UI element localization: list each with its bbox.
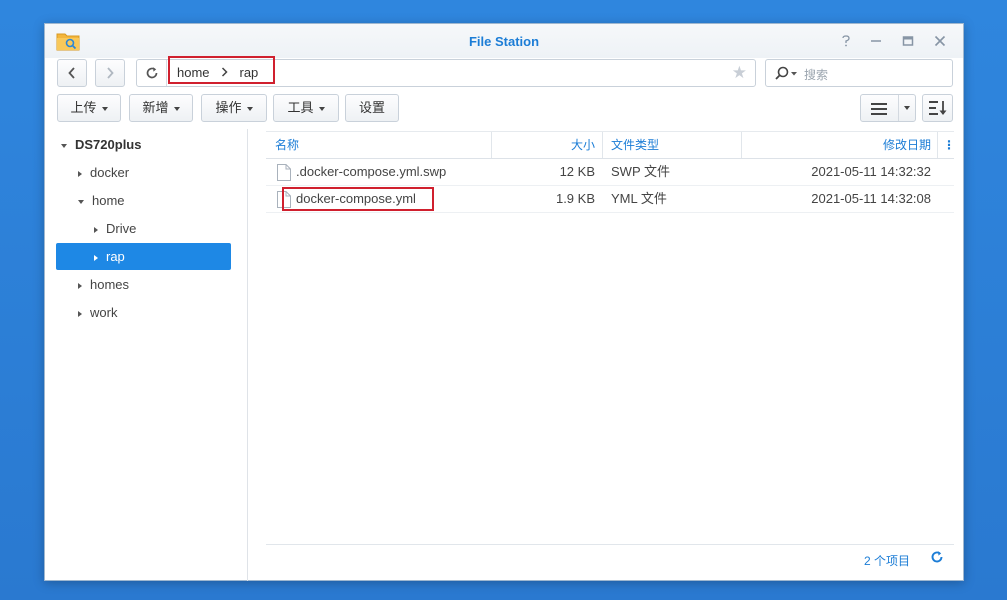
sidebar-item-label: docker — [90, 165, 130, 180]
sidebar-item-home[interactable]: home — [78, 187, 125, 214]
collapse-arrow-icon — [94, 226, 98, 233]
action-label: 操作 — [215, 100, 242, 115]
sidebar-item-drive[interactable]: Drive — [94, 215, 136, 242]
upload-label: 上传 — [70, 100, 97, 115]
refresh-icon — [146, 67, 157, 79]
file-name: .docker-compose.yml.swp — [296, 164, 447, 179]
sidebar: DS720plus docker home Drive rap homes wo… — [45, 129, 248, 581]
chevron-left-icon — [68, 67, 75, 79]
search-input[interactable]: 搜索 — [804, 66, 828, 83]
star-icon[interactable]: ★ — [732, 63, 747, 83]
file-station-window: File Station home rap ★ 搜索 上传 新增 操作 工具 设… — [44, 23, 964, 581]
column-divider[interactable] — [937, 132, 938, 158]
collapse-arrow-icon — [78, 282, 82, 289]
maximize-icon[interactable] — [899, 32, 917, 50]
file-type: YML 文件 — [611, 191, 667, 206]
sidebar-item-label: homes — [90, 277, 130, 292]
file-size: 1.9 KB — [555, 191, 595, 206]
back-button[interactable] — [57, 59, 87, 87]
search-box[interactable]: 搜索 — [765, 59, 953, 87]
expand-arrow-icon — [61, 143, 67, 148]
collapse-arrow-icon — [78, 310, 82, 317]
sort-icon — [928, 101, 946, 115]
settings-button[interactable]: 设置 — [345, 94, 399, 122]
column-divider[interactable] — [602, 132, 603, 158]
sidebar-item-label: work — [90, 305, 118, 320]
file-modified: 2021-05-11 14:32:08 — [811, 191, 931, 206]
view-mode-button[interactable] — [860, 94, 916, 122]
chevron-down-icon — [246, 106, 253, 111]
chevron-right-icon — [107, 67, 114, 79]
highlight-box-path — [168, 56, 275, 84]
chevron-down-icon — [173, 106, 180, 111]
column-header-type[interactable]: 文件类型 — [611, 132, 659, 158]
refresh-icon[interactable] — [930, 550, 944, 568]
sidebar-item-rap[interactable]: rap — [56, 243, 231, 270]
sidebar-root-ds720plus[interactable]: DS720plus — [61, 131, 141, 158]
item-count: 2 个项目 — [863, 554, 910, 568]
sidebar-item-docker[interactable]: docker — [78, 159, 129, 186]
sort-button[interactable] — [922, 94, 953, 122]
list-view-icon — [871, 103, 887, 115]
sidebar-item-homes[interactable]: homes — [78, 271, 129, 298]
close-icon[interactable] — [931, 32, 949, 50]
refresh-button[interactable] — [137, 60, 167, 86]
title-bar[interactable]: File Station — [45, 24, 963, 58]
help-icon[interactable] — [837, 32, 855, 50]
settings-label: 设置 — [358, 100, 385, 115]
chevron-down-icon — [904, 106, 910, 110]
minimize-icon[interactable] — [867, 32, 885, 50]
forward-button[interactable] — [95, 59, 125, 87]
column-menu-icon[interactable]: ⋮ — [943, 132, 955, 158]
sidebar-item-work[interactable]: work — [78, 299, 117, 326]
column-header-name[interactable]: 名称 — [275, 132, 299, 158]
file-modified: 2021-05-11 14:32:32 — [811, 164, 931, 179]
sidebar-item-label: rap — [106, 249, 125, 264]
file-list-header: 名称 大小 文件类型 修改日期 ⋮ — [266, 131, 955, 159]
collapse-arrow-icon — [78, 170, 82, 177]
search-icon — [775, 66, 797, 80]
collapse-arrow-icon — [94, 254, 98, 261]
create-button[interactable]: 新增 — [129, 94, 193, 122]
sidebar-item-label: Drive — [106, 221, 137, 236]
tools-button[interactable]: 工具 — [273, 94, 339, 122]
file-size: 12 KB — [559, 164, 595, 179]
file-type: SWP 文件 — [611, 164, 670, 179]
sidebar-root-label: DS720plus — [75, 137, 142, 152]
window-title: File Station — [468, 34, 540, 49]
tools-label: 工具 — [287, 100, 314, 115]
table-row[interactable]: .docker-compose.yml.swp 12 KB SWP 文件 202… — [266, 159, 954, 186]
chevron-down-icon — [318, 106, 325, 111]
sidebar-item-label: home — [92, 193, 125, 208]
file-icon — [277, 164, 291, 181]
chevron-down-icon — [101, 106, 108, 111]
column-header-size[interactable]: 大小 — [491, 132, 595, 158]
file-list: 名称 大小 文件类型 修改日期 ⋮ .docker-compose.yml.sw… — [266, 131, 955, 571]
action-button[interactable]: 操作 — [201, 94, 267, 122]
upload-button[interactable]: 上传 — [57, 94, 121, 122]
highlight-box-file — [282, 187, 434, 211]
column-header-modified[interactable]: 修改日期 — [741, 132, 931, 158]
expand-arrow-icon — [78, 199, 84, 204]
create-label: 新增 — [142, 100, 169, 115]
status-bar: 2 个项目 — [266, 544, 954, 571]
